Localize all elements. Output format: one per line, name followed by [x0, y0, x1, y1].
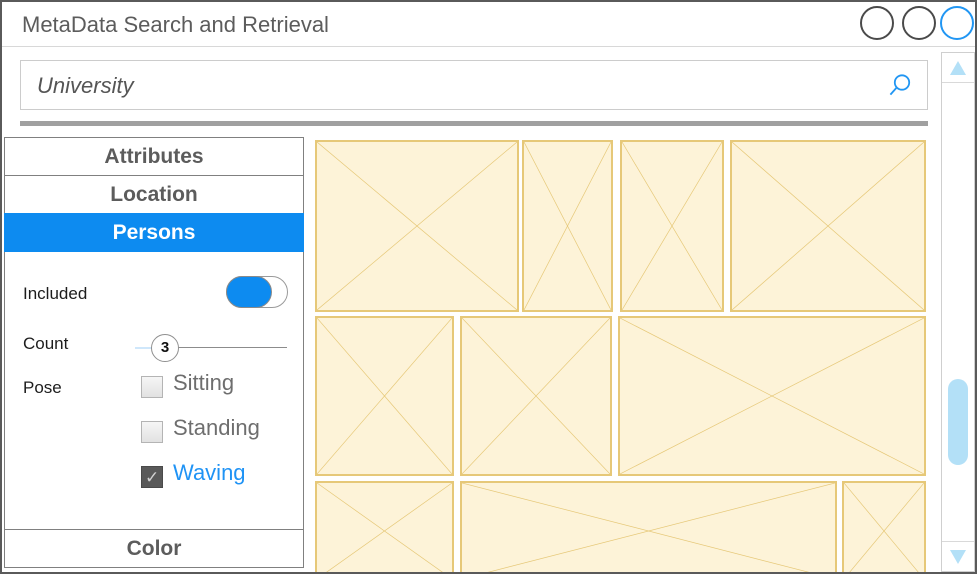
window-control-close[interactable]	[940, 6, 974, 40]
result-thumbnail[interactable]	[315, 316, 454, 476]
included-row: Included	[5, 276, 305, 316]
pose-option-sitting[interactable]: Sitting	[141, 370, 301, 402]
count-label: Count	[23, 334, 69, 353]
window-control-maximize[interactable]	[902, 6, 936, 40]
pose-option-label: Waving	[173, 460, 246, 485]
page-title: MetaData Search and Retrieval	[22, 12, 329, 37]
included-label: Included	[23, 284, 88, 303]
pose-option-standing[interactable]: Standing	[141, 415, 301, 447]
sidebar-section-persons[interactable]: Persons	[4, 213, 304, 252]
scrollbar-track[interactable]	[942, 84, 974, 540]
count-slider[interactable]: 3	[135, 334, 287, 362]
results-grid	[307, 130, 934, 572]
sidebar-section-label: Attributes	[104, 145, 204, 168]
search-icon[interactable]	[887, 73, 913, 99]
filters-sidebar: Attributes Location Persons Included Cou…	[4, 137, 304, 572]
result-thumbnail[interactable]	[842, 481, 926, 572]
window-control-minimize[interactable]	[860, 6, 894, 40]
count-slider-thumb[interactable]: 3	[151, 334, 179, 362]
pose-option-label: Standing	[173, 415, 260, 440]
result-thumbnail[interactable]	[730, 140, 926, 312]
result-thumbnail[interactable]	[620, 140, 724, 312]
arrow-up-icon	[950, 61, 966, 75]
title-bar: MetaData Search and Retrieval	[2, 2, 975, 47]
result-thumbnail[interactable]	[522, 140, 613, 312]
result-thumbnail[interactable]	[315, 140, 519, 312]
toolbar-divider	[20, 121, 928, 126]
result-thumbnail[interactable]	[618, 316, 926, 476]
checkbox-sitting[interactable]	[141, 376, 163, 398]
sidebar-section-label: Color	[126, 537, 182, 560]
pose-label: Pose	[23, 378, 62, 397]
result-thumbnail[interactable]	[315, 481, 454, 572]
vertical-scrollbar[interactable]	[941, 52, 975, 572]
search-input[interactable]	[35, 61, 869, 111]
app-window: MetaData Search and Retrieval Attributes…	[0, 0, 977, 574]
toggle-knob	[226, 276, 272, 308]
sidebar-section-location[interactable]: Location	[4, 175, 304, 214]
scroll-up-button[interactable]	[942, 53, 974, 83]
search-bar[interactable]	[20, 60, 928, 111]
sidebar-section-label: Persons	[112, 221, 196, 244]
persons-filter-panel: Included Count 3 Pose Sitting Standing ✓…	[4, 252, 304, 530]
check-icon: ✓	[145, 468, 160, 487]
scroll-down-button[interactable]	[942, 541, 974, 571]
pose-option-waving[interactable]: ✓ Waving	[141, 460, 301, 492]
sidebar-section-attributes[interactable]: Attributes	[4, 137, 304, 176]
result-thumbnail[interactable]	[460, 316, 612, 476]
checkbox-standing[interactable]	[141, 421, 163, 443]
result-thumbnail[interactable]	[460, 481, 837, 572]
scrollbar-thumb[interactable]	[948, 379, 968, 465]
pose-option-label: Sitting	[173, 370, 235, 395]
included-toggle[interactable]	[226, 276, 288, 308]
count-row: Count 3	[5, 326, 305, 366]
arrow-down-icon	[950, 550, 966, 564]
checkbox-waving[interactable]: ✓	[141, 466, 163, 488]
sidebar-section-color[interactable]: Color	[4, 529, 304, 568]
sidebar-section-label: Location	[110, 183, 198, 206]
